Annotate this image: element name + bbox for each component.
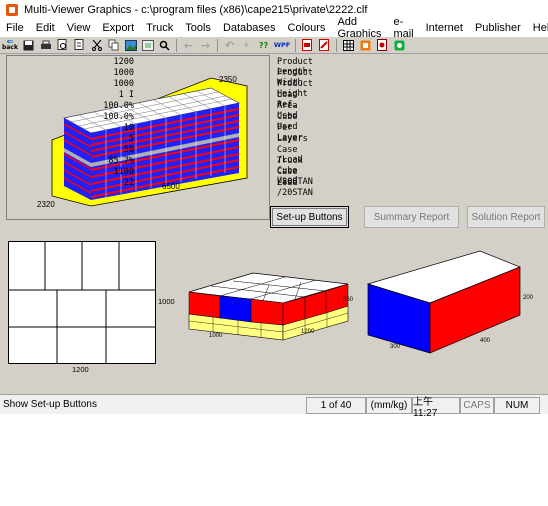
stat-value: 100.0%	[103, 101, 134, 111]
case-length-dim: 400	[480, 338, 491, 344]
back-label: back	[2, 44, 18, 51]
save-icon[interactable]	[22, 39, 35, 51]
menu-tools[interactable]: Tools	[179, 22, 217, 34]
arrow-right-icon[interactable]: →	[199, 39, 212, 51]
copy-icon[interactable]	[107, 39, 120, 51]
stat-value: 1100	[113, 167, 134, 177]
status-page: 1 of 40	[306, 397, 366, 414]
menu-export[interactable]: Export	[96, 22, 140, 34]
plan-side-dim: 1000	[158, 297, 175, 306]
status-message: Show Set-up Buttons	[3, 399, 97, 410]
menu-help[interactable]: Help	[527, 22, 548, 34]
solution-report-button[interactable]: Solution Report	[467, 206, 545, 228]
toolbar-separator	[176, 38, 177, 52]
grid-icon[interactable]	[342, 39, 355, 51]
redo-icon[interactable]: ⚘	[240, 39, 253, 51]
stat-label: Layers	[277, 134, 308, 144]
stat-value: 1000	[113, 68, 134, 78]
back-button[interactable]: ⇐ back	[2, 39, 18, 51]
stat-value: 10	[123, 123, 134, 133]
image-icon[interactable]	[124, 39, 137, 51]
status-bar: Show Set-up Buttons 1 of 40 (mm/kg) 上午 1…	[0, 394, 548, 419]
print-icon[interactable]	[39, 39, 52, 51]
arrow-left-icon[interactable]: ←	[182, 39, 195, 51]
green-app-icon[interactable]	[393, 39, 406, 51]
pallet-height-dim: 350	[343, 297, 354, 303]
menu-view[interactable]: View	[61, 22, 97, 34]
status-time: 上午 11:27	[412, 397, 460, 419]
stat-label: Load /20STAN	[277, 178, 313, 198]
case-3d-view: 200 300 400	[366, 250, 534, 354]
truck-load-graphic: 2350 6500 2320	[37, 75, 248, 209]
help-icon[interactable]: ??	[257, 39, 270, 51]
stat-value: 85.7%	[108, 156, 134, 166]
title-bar: Multi-Viewer Graphics - c:\program files…	[0, 0, 548, 19]
status-num: NUM	[494, 397, 540, 414]
page-setup-icon[interactable]	[73, 39, 86, 51]
menu-edit[interactable]: Edit	[30, 22, 61, 34]
setup-buttons-button[interactable]: Set-up Buttons	[270, 206, 349, 228]
case-height-dim: 200	[523, 295, 534, 301]
stat-value: 1 I	[118, 90, 134, 100]
stat-value: 1000	[113, 79, 134, 89]
pdf-icon[interactable]	[301, 39, 314, 51]
cut-icon[interactable]	[90, 39, 103, 51]
menu-internet[interactable]: Internet	[420, 22, 469, 34]
truck-height-label: 2350	[219, 75, 237, 84]
print-preview-icon[interactable]	[56, 39, 69, 51]
case-width-dim: 300	[390, 344, 401, 350]
menu-colours[interactable]: Colours	[282, 22, 332, 34]
truck-load-view: 2350 6500 2320	[6, 55, 270, 220]
stat-value: 50	[123, 145, 134, 155]
plan-bottom-dim: 1200	[72, 365, 89, 374]
pallet-width-dim: 1000	[209, 333, 223, 339]
undo-icon[interactable]: ↶	[223, 39, 236, 51]
pallet-plan-view: 1000 1200	[8, 241, 175, 374]
menu-file[interactable]: File	[0, 22, 30, 34]
toolbar-separator	[336, 38, 337, 52]
window-title: Multi-Viewer Graphics - c:\program files…	[24, 3, 368, 16]
toolbar-separator	[217, 38, 218, 52]
stat-value: 22	[123, 178, 134, 188]
menu-bar: File Edit View Export Truck Tools Databa…	[0, 16, 548, 40]
picture-frame-icon[interactable]	[141, 39, 154, 51]
app-icon	[6, 3, 18, 16]
stats-panel: Product Length 1200 Product Width 1000 Pro…	[103, 55, 544, 198]
app-window: Multi-Viewer Graphics - c:\program files…	[0, 0, 548, 419]
menu-publisher[interactable]: Publisher	[469, 22, 527, 34]
summary-report-button[interactable]: Summary Report	[364, 206, 459, 228]
menu-databases[interactable]: Databases	[217, 22, 282, 34]
wpf-icon[interactable]: WPF	[274, 39, 290, 51]
pdf-export-icon[interactable]	[318, 39, 331, 51]
toolbar: ⇐ back ← → ↶ ⚘ ?? WPF	[0, 37, 548, 54]
status-units: (mm/kg)	[366, 397, 412, 414]
stat-value: 1200	[113, 57, 134, 67]
toolbar-separator	[295, 38, 296, 52]
truck-width-label: 2320	[37, 200, 55, 209]
truck-length-label: 6500	[162, 182, 180, 191]
stat-value: 100.0%	[103, 112, 134, 122]
status-caps: CAPS	[460, 397, 494, 414]
orange-app-icon[interactable]	[359, 39, 372, 51]
pallet-3d-view: 350 1000 1200	[188, 272, 354, 341]
stat-value: 5	[128, 134, 134, 144]
menu-truck[interactable]: Truck	[140, 22, 179, 34]
pallet-length-dim: 1200	[301, 329, 315, 335]
zoom-icon[interactable]	[158, 39, 171, 51]
document-icon[interactable]	[376, 39, 389, 51]
